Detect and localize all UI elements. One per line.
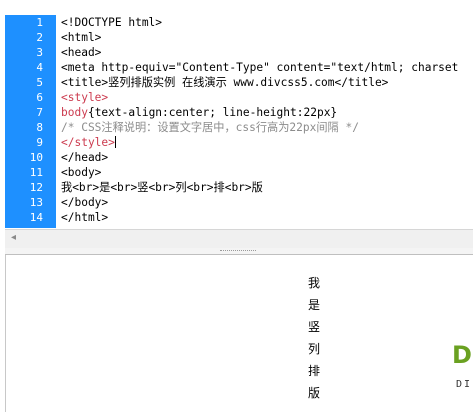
preview-char: 列 (307, 342, 320, 356)
code-text: </style> (61, 136, 115, 149)
line-number: 8 (36, 121, 43, 134)
line-number: 14 (29, 211, 43, 224)
line-number: 3 (36, 46, 43, 59)
code-line[interactable]: <html> (61, 30, 101, 45)
line-number: 1 (36, 16, 43, 29)
preview-char: 版 (307, 386, 320, 400)
code-line[interactable]: <title>竖列排版实例 在线演示 www.divcss5.com</titl… (61, 75, 388, 90)
line-number: 4 (36, 61, 43, 74)
line-number: 12 (29, 181, 43, 194)
code-line[interactable]: <body> (61, 165, 101, 180)
line-number: 11 (29, 166, 43, 179)
code-line[interactable]: <head> (61, 45, 101, 60)
code-line[interactable]: <meta http-equiv="Content-Type" content=… (61, 60, 458, 75)
divcss5-logo: D (452, 341, 472, 369)
scroll-left-arrow-icon[interactable]: ◂ (11, 232, 16, 243)
css-declarations: {text-align:center; line-height:22px} (87, 106, 338, 119)
preview-char: 是 (307, 298, 320, 312)
line-number: 5 (36, 76, 43, 89)
line-number: 10 (29, 151, 43, 164)
line-number: 2 (36, 31, 43, 44)
code-line-cursor[interactable]: </style> (61, 135, 116, 150)
preview-pane (5, 255, 473, 412)
horizontal-scrollbar[interactable]: ◂ (5, 229, 473, 249)
line-number: 9 (36, 136, 43, 149)
text-cursor (114, 136, 116, 148)
preview-char: 排 (307, 364, 320, 378)
css-selector: body (61, 106, 88, 119)
preview-char: 我 (307, 276, 320, 290)
code-line[interactable]: <!DOCTYPE html> (61, 15, 162, 30)
code-line-css[interactable]: body{text-align:center; line-height:22px… (61, 105, 337, 120)
code-comment[interactable]: /* CSS注释说明：设置文字居中，css行高为22px间隔 */ (61, 120, 359, 135)
line-number: 7 (36, 106, 43, 119)
code-line[interactable]: <style> (61, 90, 108, 105)
line-number: 6 (36, 91, 43, 104)
logo-subtext: DI (456, 379, 473, 390)
code-line[interactable]: 我<br>是<br>竖<br>列<br>排<br>版 (61, 180, 263, 195)
code-line[interactable]: </body> (61, 195, 108, 210)
splitter-grip-icon[interactable] (220, 250, 256, 253)
line-number-gutter: 1 2 3 4 5 6 7 8 9 10 11 12 13 14 (5, 15, 56, 228)
pane-splitter[interactable] (5, 248, 473, 255)
line-number: 13 (29, 196, 43, 209)
preview-char: 竖 (307, 320, 320, 334)
code-line[interactable]: </head> (61, 150, 108, 165)
code-editor[interactable]: 1 2 3 4 5 6 7 8 9 10 11 12 13 14 <!DOCTY… (5, 15, 473, 228)
code-line[interactable]: </html> (61, 210, 108, 225)
